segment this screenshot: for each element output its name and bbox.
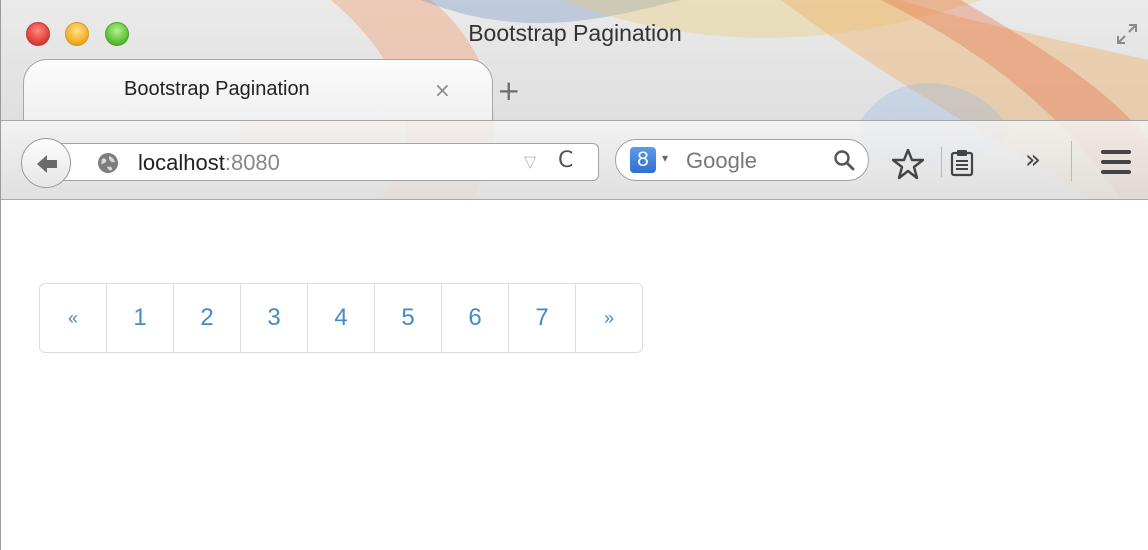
url-bar[interactable]: localhost:8080 ▽ C — [61, 143, 599, 181]
url-text: localhost:8080 — [138, 150, 280, 176]
globe-icon — [98, 153, 118, 173]
toolbar-separator — [1071, 141, 1072, 181]
url-port: :8080 — [224, 150, 280, 175]
hamburger-menu-icon[interactable] — [1101, 150, 1131, 174]
browser-window: Bootstrap Pagination Bootstrap Paginatio… — [0, 0, 1148, 550]
browser-chrome: Bootstrap Pagination Bootstrap Paginatio… — [1, 0, 1148, 200]
pagination: « 1 2 3 4 5 6 7 » — [39, 283, 643, 353]
pagination-page-2-link[interactable]: 2 — [173, 284, 240, 352]
url-history-dropdown-icon[interactable]: ▽ — [524, 152, 536, 171]
pagination-page-4-link[interactable]: 4 — [307, 284, 374, 352]
new-tab-button[interactable]: + — [497, 74, 520, 107]
reload-icon[interactable]: C — [558, 148, 573, 173]
tab-bootstrap-pagination[interactable]: Bootstrap Pagination × — [23, 59, 493, 121]
toolbar-overflow-icon[interactable]: » — [1025, 145, 1041, 175]
page-content: « 1 2 3 4 5 6 7 » — [1, 201, 1148, 550]
url-host: localhost — [138, 150, 225, 175]
toolbar-separator — [941, 147, 942, 177]
search-bar[interactable]: 8 ▾ Google — [615, 139, 869, 181]
navigation-toolbar: localhost:8080 ▽ C 8 ▾ Google » — [1, 120, 1148, 199]
search-input[interactable]: Google — [686, 148, 757, 174]
search-engine-icon[interactable]: 8 — [630, 147, 656, 173]
pagination-page-3-link[interactable]: 3 — [240, 284, 307, 352]
tab-title: Bootstrap Pagination — [124, 78, 310, 100]
window-title: Bootstrap Pagination — [468, 20, 682, 46]
bookmark-star-icon[interactable] — [891, 147, 925, 181]
clipboard-icon[interactable] — [949, 149, 975, 177]
tab-close-icon[interactable]: × — [434, 78, 451, 102]
fullscreen-icon[interactable] — [1115, 22, 1139, 46]
pagination-previous-link[interactable]: « — [40, 284, 106, 352]
search-engine-dropdown-icon[interactable]: ▾ — [662, 151, 668, 165]
pagination-page-5-link[interactable]: 5 — [374, 284, 441, 352]
back-arrow-icon — [37, 155, 57, 173]
pagination-page-1-link[interactable]: 1 — [106, 284, 173, 352]
back-button[interactable] — [21, 138, 71, 188]
pagination-page-7-link[interactable]: 7 — [508, 284, 575, 352]
pagination-next-link[interactable]: » — [575, 284, 642, 352]
magnifier-icon[interactable] — [832, 148, 856, 172]
pagination-page-6-link[interactable]: 6 — [441, 284, 508, 352]
